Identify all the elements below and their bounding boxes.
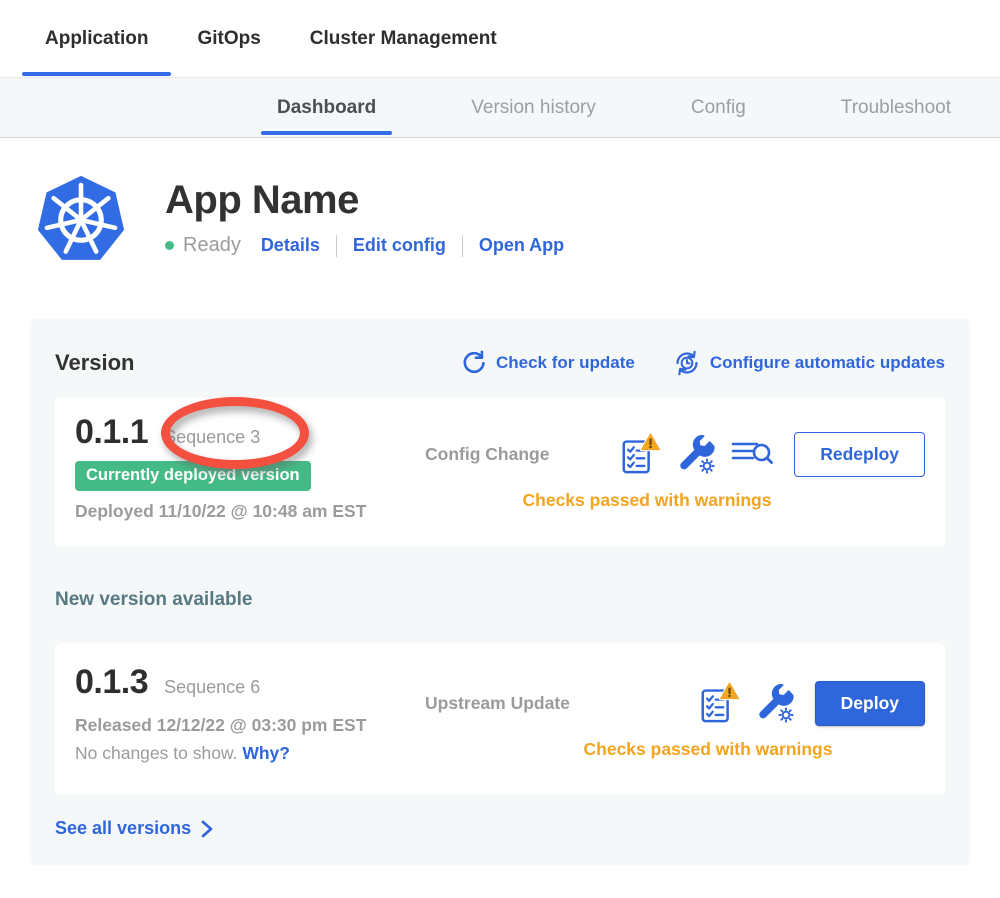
why-link[interactable]: Why? xyxy=(242,743,290,763)
tab-label: Troubleshoot xyxy=(841,97,951,119)
preflight-checklist-icon[interactable] xyxy=(618,432,662,476)
tab-config[interactable]: Config xyxy=(675,78,762,137)
available-sequence-label: Sequence 6 xyxy=(164,677,260,698)
available-checks-status: Checks passed with warnings xyxy=(425,739,925,760)
deployed-timestamp: Deployed 11/10/22 @ 10:48 am EST xyxy=(75,501,425,522)
deployed-sequence-label: Sequence 3 xyxy=(164,427,260,448)
status-row: Ready Details Edit config Open App xyxy=(165,234,564,257)
version-panel: Version Check for update Configure autom… xyxy=(30,319,970,865)
tab-label: Config xyxy=(691,97,746,119)
version-panel-title: Version xyxy=(55,350,134,376)
tab-troubleshoot[interactable]: Troubleshoot xyxy=(825,78,967,137)
open-app-link[interactable]: Open App xyxy=(479,235,564,256)
configure-automatic-updates-link[interactable]: Configure automatic updates xyxy=(673,349,945,377)
no-changes-text: No changes to show. Why? xyxy=(75,743,425,764)
see-all-versions-link[interactable]: See all versions xyxy=(55,818,945,839)
deployed-version-number: 0.1.1 xyxy=(75,413,148,452)
preflight-checklist-icon[interactable] xyxy=(697,681,741,725)
divider xyxy=(462,235,463,257)
refresh-icon xyxy=(461,350,487,376)
edit-config-link[interactable]: Edit config xyxy=(353,235,446,256)
top-nav-item-cluster-management[interactable]: Cluster Management xyxy=(287,0,520,77)
version-source-label: Upstream Update xyxy=(425,693,570,714)
tab-label: Version history xyxy=(471,97,596,119)
deploy-button[interactable]: Deploy xyxy=(815,681,925,726)
top-nav-label: Cluster Management xyxy=(310,28,497,50)
chevron-right-icon xyxy=(200,819,214,839)
kubernetes-logo-icon xyxy=(35,172,127,268)
version-source-label: Config Change xyxy=(425,444,549,465)
tab-version-history[interactable]: Version history xyxy=(455,78,612,137)
configure-automatic-updates-label: Configure automatic updates xyxy=(710,353,945,373)
top-nav-item-gitops[interactable]: GitOps xyxy=(174,0,283,77)
deployed-version-card: 0.1.1 Sequence 3 Currently deployed vers… xyxy=(55,397,945,547)
top-nav-item-application[interactable]: Application xyxy=(22,0,171,77)
top-nav-label: Application xyxy=(45,28,148,50)
tab-dashboard[interactable]: Dashboard xyxy=(261,78,392,137)
top-nav-label: GitOps xyxy=(197,28,260,50)
status-dot-icon xyxy=(165,241,174,250)
wrench-gear-icon[interactable] xyxy=(755,683,795,723)
check-for-update-link[interactable]: Check for update xyxy=(461,350,635,376)
divider xyxy=(336,235,337,257)
available-version-card: 0.1.3 Sequence 6 Released 12/12/22 @ 03:… xyxy=(55,643,945,795)
version-panel-header: Version Check for update Configure autom… xyxy=(55,345,945,381)
app-header: App Name Ready Details Edit config Open … xyxy=(0,138,1000,268)
redeploy-button[interactable]: Redeploy xyxy=(794,432,925,477)
diff-view-icon[interactable] xyxy=(730,436,774,472)
see-all-versions-label: See all versions xyxy=(55,818,191,839)
no-changes-label: No changes to show. xyxy=(75,743,237,763)
new-version-heading: New version available xyxy=(55,589,945,611)
check-for-update-label: Check for update xyxy=(496,353,635,373)
schedule-update-icon xyxy=(673,349,701,377)
wrench-gear-icon[interactable] xyxy=(676,434,716,474)
page-title: App Name xyxy=(165,176,564,224)
deployed-checks-status: Checks passed with warnings xyxy=(425,490,925,511)
tab-label: Dashboard xyxy=(277,97,376,119)
sub-nav: Dashboard Version history Config Trouble… xyxy=(0,77,1000,138)
currently-deployed-badge: Currently deployed version xyxy=(75,461,311,491)
available-version-number: 0.1.3 xyxy=(75,663,148,702)
status-label: Ready xyxy=(183,234,241,257)
top-nav: Application GitOps Cluster Management xyxy=(0,0,1000,77)
released-timestamp: Released 12/12/22 @ 03:30 pm EST xyxy=(75,715,425,736)
details-link[interactable]: Details xyxy=(261,235,320,256)
